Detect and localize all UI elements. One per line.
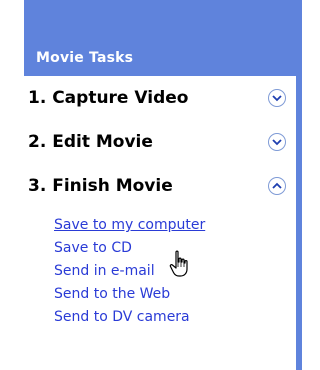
movie-tasks-title: Movie Tasks — [36, 50, 134, 66]
send-to-web-link[interactable]: Send to the Web — [54, 283, 296, 306]
finish-movie-links: Save to my computer Save to CD Send in e… — [24, 208, 296, 329]
save-to-cd-link[interactable]: Save to CD — [54, 237, 296, 260]
task-capture-video[interactable]: 1. Capture Video — [24, 76, 296, 120]
chevron-down-icon[interactable] — [268, 133, 286, 151]
chevron-up-icon[interactable] — [268, 177, 286, 195]
movie-tasks-window: Movie Tasks 1. Capture Video 2. Edit Mov… — [0, 0, 302, 370]
send-in-email-link[interactable]: Send in e-mail — [54, 260, 296, 283]
save-to-my-computer-link[interactable]: Save to my computer — [54, 214, 296, 237]
task-finish-movie[interactable]: 3. Finish Movie — [24, 164, 296, 208]
task-capture-video-label: 1. Capture Video — [28, 88, 189, 108]
movie-tasks-list: 1. Capture Video 2. Edit Movie 3. Finish… — [24, 76, 296, 370]
chevron-down-icon[interactable] — [268, 89, 286, 107]
pane-right-edge — [296, 76, 302, 370]
task-edit-movie-label: 2. Edit Movie — [28, 132, 153, 152]
send-to-dv-camera-link[interactable]: Send to DV camera — [54, 306, 296, 329]
task-finish-movie-label: 3. Finish Movie — [28, 176, 173, 196]
task-edit-movie[interactable]: 2. Edit Movie — [24, 120, 296, 164]
movie-tasks-header: Movie Tasks — [24, 40, 302, 76]
pane-top-gap — [24, 0, 302, 40]
left-margin — [0, 0, 24, 370]
